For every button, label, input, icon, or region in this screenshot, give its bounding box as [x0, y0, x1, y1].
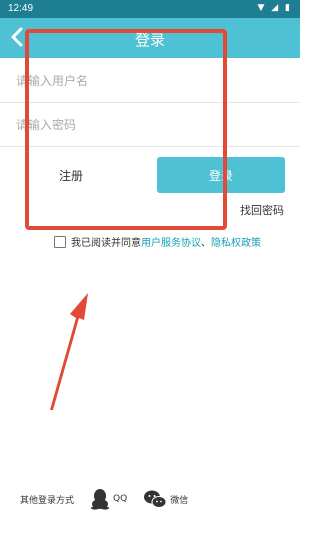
service-agreement-link[interactable]: 用户服务协议 [141, 234, 201, 249]
wifi-icon: ▼ [257, 3, 267, 13]
status-bar: 12:49 ▼ ◢ ▮ [0, 0, 300, 18]
wechat-icon [144, 490, 167, 508]
status-icons: ▼ ◢ ▮ [257, 3, 292, 13]
qq-icon [91, 489, 110, 510]
agreement-separator: 、 [201, 238, 211, 249]
qq-login-button[interactable]: QQ [90, 488, 127, 510]
status-time: 12:49 [8, 3, 34, 14]
agreement-prefix: 我已阅读并同意 [71, 238, 141, 249]
agreement-row: 我已阅读并同意 用户服务协议 、 隐私权政策 [54, 234, 261, 249]
wechat-login-button[interactable]: 微信 [143, 489, 188, 509]
signal-icon: ◢ [271, 3, 281, 13]
other-login-label: 其他登录方式 [20, 495, 75, 506]
forgot-password-link[interactable]: 找回密码 [240, 202, 284, 218]
other-login-section: 其他登录方式 QQ 微信 [20, 488, 188, 510]
qq-label: QQ [113, 494, 128, 504]
privacy-policy-link[interactable]: 隐私权政策 [211, 234, 261, 249]
agree-checkbox[interactable] [54, 235, 66, 248]
annotation-highlight-box [25, 29, 227, 230]
battery-icon: ▮ [285, 3, 292, 13]
wechat-label: 微信 [170, 495, 189, 506]
